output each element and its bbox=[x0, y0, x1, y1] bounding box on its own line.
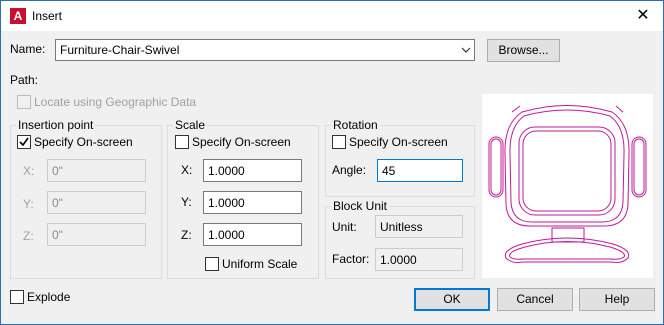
window-title: Insert bbox=[32, 9, 63, 23]
scale-x-field[interactable]: 1.0000 bbox=[203, 159, 302, 182]
scale-z-label: Z: bbox=[181, 228, 192, 242]
insertion-y-field[interactable]: 0" bbox=[47, 191, 146, 214]
scale-specify-checkbox[interactable] bbox=[175, 135, 189, 149]
angle-label: Angle: bbox=[332, 163, 367, 177]
ok-button[interactable]: OK bbox=[414, 288, 490, 311]
angle-field[interactable]: 45 bbox=[377, 159, 463, 182]
scale-z-field[interactable]: 1.0000 bbox=[203, 223, 302, 246]
rotation-specify-checkbox[interactable] bbox=[332, 135, 346, 149]
unit-field: Unitless bbox=[375, 215, 463, 238]
scale-y-field[interactable]: 1.0000 bbox=[203, 191, 302, 214]
insertion-specify-checkbox[interactable] bbox=[17, 135, 31, 149]
insertion-z-field[interactable]: 0" bbox=[47, 223, 146, 246]
name-value: Furniture-Chair-Swivel bbox=[60, 43, 180, 57]
explode-label: Explode bbox=[27, 290, 71, 304]
rotation-title: Rotation bbox=[331, 118, 380, 132]
block-unit-title: Block Unit bbox=[331, 199, 390, 213]
scale-x-label: X: bbox=[181, 163, 193, 177]
uniform-scale-label: Uniform Scale bbox=[222, 257, 298, 271]
help-button[interactable]: Help bbox=[579, 288, 655, 311]
scale-title: Scale bbox=[173, 118, 208, 132]
geographic-data-checkbox[interactable] bbox=[17, 95, 31, 109]
insertion-z-label: Z: bbox=[23, 229, 34, 243]
insertion-specify-label: Specify On-screen bbox=[34, 135, 133, 149]
insert-dialog: A Insert ✕ Name: Furniture-Chair-Swivel … bbox=[0, 0, 664, 325]
title-bar: A Insert ✕ bbox=[1, 1, 663, 31]
insertion-y-label: Y: bbox=[23, 197, 34, 211]
scale-specify-label: Specify On-screen bbox=[192, 135, 291, 149]
insertion-x-field[interactable]: 0" bbox=[47, 159, 146, 182]
rotation-specify-label: Specify On-screen bbox=[349, 135, 448, 149]
chevron-down-icon[interactable] bbox=[458, 40, 474, 60]
scale-y-label: Y: bbox=[181, 195, 192, 209]
insertion-point-title: Insertion point bbox=[16, 118, 96, 132]
path-label: Path: bbox=[10, 73, 39, 87]
swivel-chair-preview-image bbox=[488, 105, 647, 263]
name-label: Name: bbox=[10, 42, 46, 56]
factor-label: Factor: bbox=[332, 252, 370, 266]
checkmark-icon bbox=[19, 137, 29, 147]
autocad-logo-icon: A bbox=[10, 8, 26, 24]
browse-button[interactable]: Browse... bbox=[487, 39, 560, 62]
cancel-button[interactable]: Cancel bbox=[497, 288, 573, 311]
close-icon[interactable]: ✕ bbox=[628, 5, 658, 27]
geographic-data-label: Locate using Geographic Data bbox=[34, 95, 197, 109]
name-combobox[interactable]: Furniture-Chair-Swivel bbox=[55, 39, 475, 61]
block-preview bbox=[482, 94, 653, 278]
explode-checkbox[interactable] bbox=[10, 290, 24, 304]
factor-field: 1.0000 bbox=[375, 248, 463, 271]
unit-label: Unit: bbox=[332, 220, 357, 234]
insertion-x-label: X: bbox=[23, 164, 35, 178]
uniform-scale-checkbox[interactable] bbox=[205, 257, 219, 271]
